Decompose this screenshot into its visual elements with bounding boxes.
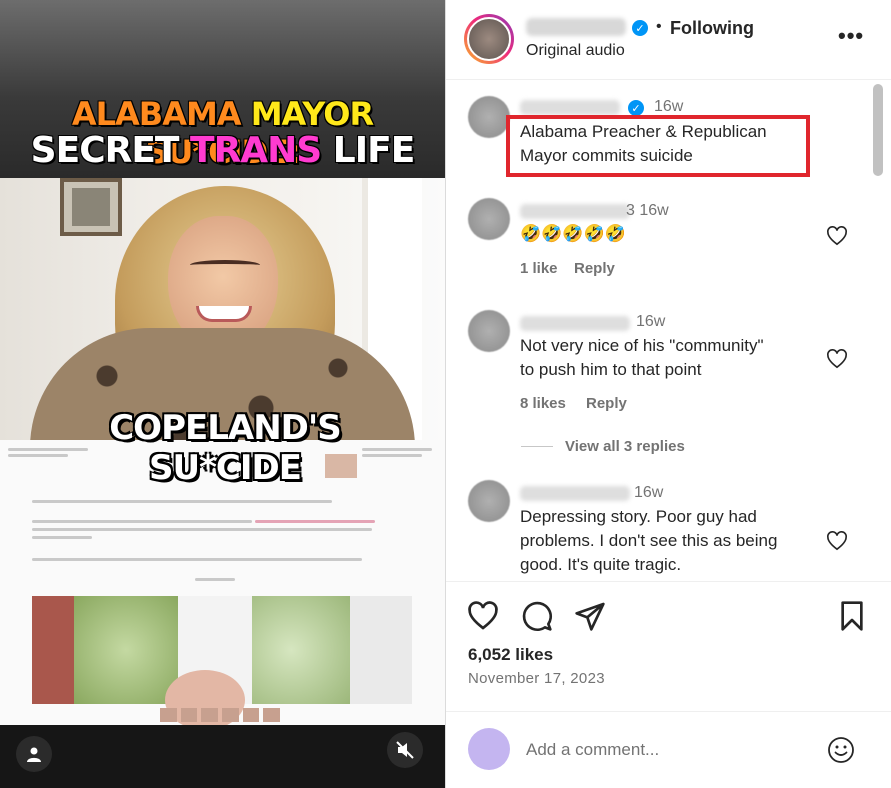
comment-text-line2: to push him to that point bbox=[520, 360, 702, 379]
comment-time: 16w bbox=[636, 313, 666, 330]
video-title-line2: SECRET TRANS LIFE bbox=[30, 130, 416, 171]
comment-like-count[interactable]: 1 like bbox=[520, 260, 558, 277]
comment-avatar[interactable] bbox=[468, 96, 510, 138]
share-paper-plane-icon[interactable] bbox=[574, 600, 606, 632]
user-icon bbox=[27, 747, 41, 762]
author-username-blurred[interactable] bbox=[526, 18, 626, 36]
comment-username-blurred[interactable] bbox=[520, 486, 630, 501]
reel-video[interactable]: ALABAMA MAYOR SU*CIDE: SECRET TRANS LIFE… bbox=[0, 0, 445, 788]
comment-bubble-icon[interactable] bbox=[521, 600, 553, 632]
add-comment-input[interactable] bbox=[526, 738, 816, 762]
heart-icon[interactable] bbox=[826, 349, 848, 369]
current-user-avatar bbox=[468, 728, 510, 770]
post-header: ✓ • Following Original audio ••• bbox=[446, 0, 891, 80]
video-overlay-text-1: COPELAND'S bbox=[109, 408, 342, 448]
post-date: November 17, 2023 bbox=[468, 670, 605, 687]
highlight-annotation-box bbox=[506, 115, 810, 177]
author-avatar[interactable] bbox=[464, 14, 514, 64]
comment-text-line1: Not very nice of his "community" bbox=[520, 336, 764, 355]
post-likes-count[interactable]: 6,052 likes bbox=[468, 645, 553, 665]
mute-button[interactable] bbox=[387, 732, 423, 768]
comment-text-line3: good. It's quite tragic. bbox=[520, 555, 682, 574]
heart-icon[interactable] bbox=[826, 531, 848, 551]
tagged-users-button[interactable] bbox=[16, 736, 52, 772]
following-button[interactable]: Following bbox=[670, 18, 754, 39]
original-audio-link[interactable]: Original audio bbox=[526, 42, 625, 60]
comment-username-blurred[interactable] bbox=[520, 316, 630, 331]
heart-icon[interactable] bbox=[826, 226, 848, 246]
comment-time: 16w bbox=[634, 484, 664, 501]
comment-time: 16w bbox=[654, 98, 684, 115]
speaker-muted-icon bbox=[396, 741, 414, 759]
comment-text-line1: Depressing story. Poor guy had bbox=[520, 507, 757, 526]
comment-like-count[interactable]: 8 likes bbox=[520, 395, 566, 412]
video-overlay-text-2: SU*CIDE bbox=[149, 448, 302, 488]
verified-badge-icon: ✓ bbox=[628, 100, 644, 116]
comment-avatar[interactable] bbox=[468, 198, 510, 240]
bookmark-icon[interactable] bbox=[836, 600, 868, 632]
image-thumbnail-strip bbox=[160, 708, 281, 722]
like-heart-icon[interactable] bbox=[467, 600, 499, 632]
comment-username-blurred[interactable] bbox=[520, 100, 620, 115]
comment-avatar[interactable] bbox=[468, 310, 510, 352]
wall-picture-frame bbox=[60, 178, 122, 236]
comment-avatar[interactable] bbox=[468, 480, 510, 522]
comments-scrollbar[interactable] bbox=[873, 84, 883, 176]
view-replies-button[interactable]: View all 3 replies bbox=[565, 438, 685, 455]
comment-text-line2: problems. I don't see this as being bbox=[520, 531, 778, 550]
post-panel: ✓ • Following Original audio ••• ✓ 16w A… bbox=[445, 0, 891, 788]
comment-username-blurred[interactable] bbox=[520, 204, 630, 219]
comment-text: 🤣🤣🤣🤣🤣 bbox=[520, 224, 626, 243]
reply-button[interactable]: Reply bbox=[574, 260, 615, 277]
comment-time: 3 16w bbox=[626, 202, 669, 219]
video-portrait-image bbox=[0, 178, 445, 440]
ellipsis-icon[interactable]: ••• bbox=[838, 25, 864, 47]
emoji-smiley-icon[interactable] bbox=[826, 735, 856, 765]
reply-button[interactable]: Reply bbox=[586, 395, 627, 412]
verified-badge-icon: ✓ bbox=[632, 20, 648, 36]
